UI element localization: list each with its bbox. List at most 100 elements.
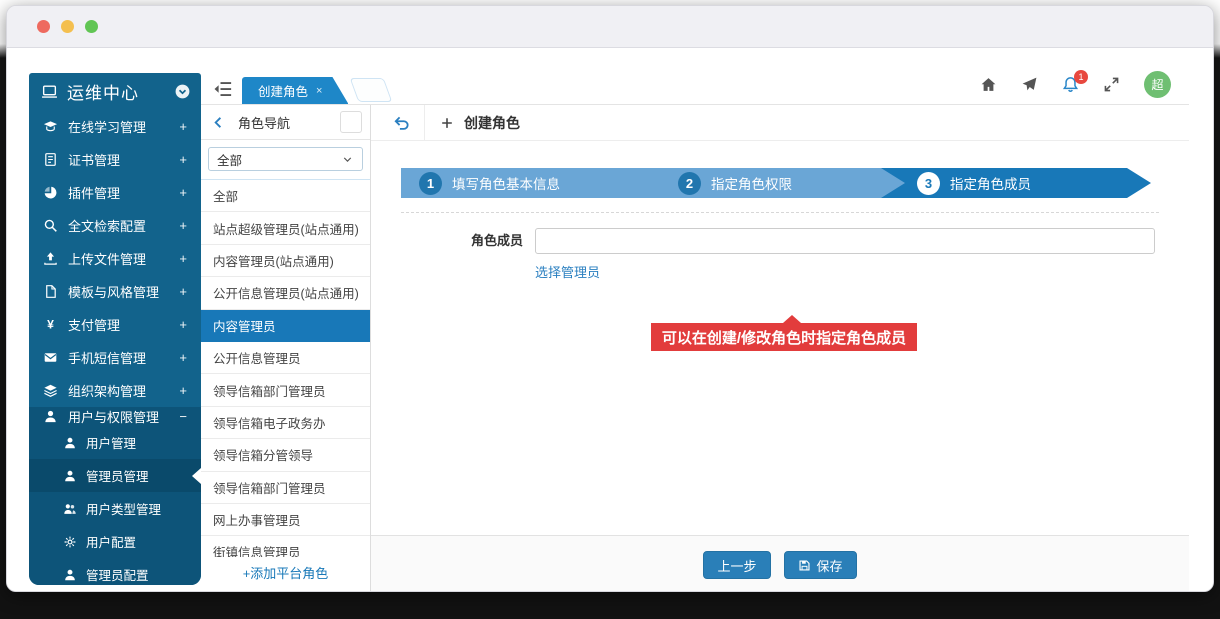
sidebar-item-label: 上传文件管理	[68, 249, 179, 268]
sidebar-item-label: 组织架构管理	[68, 381, 179, 400]
sidebar-item[interactable]: 全文检索配置+	[29, 209, 201, 242]
previous-step-button[interactable]: 上一步	[703, 551, 770, 579]
sidebar-item[interactable]: 在线学习管理+	[29, 110, 201, 143]
send-icon[interactable]	[1021, 76, 1038, 93]
gear-icon	[63, 535, 77, 549]
step-3[interactable]: 3 指定角色成员	[917, 172, 1031, 195]
chevron-down-icon	[341, 153, 354, 166]
role-list-item[interactable]: 内容管理员	[201, 310, 370, 342]
sidebar-item-expanded[interactable]: 用户与权限管理−	[29, 407, 201, 426]
expand-plus-icon[interactable]: +	[179, 383, 187, 398]
pin-panel-button[interactable]	[340, 111, 362, 133]
step-2-number: 2	[678, 172, 701, 195]
role-list-item[interactable]: 内容管理员(站点通用)	[201, 245, 370, 277]
sidebar-menu: 在线学习管理+证书管理+插件管理+全文检索配置+上传文件管理+模板与风格管理+¥…	[29, 110, 201, 407]
step-1-label: 填写角色基本信息	[452, 173, 560, 193]
zoom-window-button[interactable]	[85, 20, 98, 33]
sidebar-item[interactable]: 证书管理+	[29, 143, 201, 176]
step-2[interactable]: 2 指定角色权限	[678, 172, 792, 195]
role-list-item[interactable]: 领导信箱电子政务办	[201, 407, 370, 439]
new-tab-placeholder[interactable]	[350, 78, 393, 102]
sidebar-item[interactable]: ¥支付管理+	[29, 308, 201, 341]
fullscreen-icon[interactable]	[1103, 76, 1120, 93]
role-list-item[interactable]: 领导信箱部门管理员	[201, 374, 370, 406]
step-2-label: 指定角色权限	[711, 173, 792, 193]
panel-back-icon[interactable]	[211, 115, 226, 130]
sidebar-subitem[interactable]: 管理员管理	[29, 459, 201, 492]
sidebar-item[interactable]: 组织架构管理+	[29, 374, 201, 407]
upload-icon	[43, 251, 58, 266]
sidebar-item[interactable]: 手机短信管理+	[29, 341, 201, 374]
role-list: 全部站点超级管理员(站点通用)内容管理员(站点通用)公开信息管理员(站点通用)内…	[201, 180, 370, 557]
role-list-item[interactable]: 领导信箱部门管理员	[201, 472, 370, 504]
laptop-icon	[41, 83, 58, 100]
user-avatar[interactable]: 超	[1144, 71, 1171, 98]
collapse-all-icon[interactable]	[174, 83, 191, 100]
sidebar-subitem-label: 用户类型管理	[86, 499, 161, 518]
role-filter-wrap: 全部	[201, 140, 370, 180]
expand-plus-icon[interactable]: +	[179, 119, 187, 134]
previous-step-label: 上一步	[717, 556, 756, 575]
expand-plus-icon[interactable]: +	[179, 317, 187, 332]
step-1-number: 1	[419, 172, 442, 195]
sidebar-subitem[interactable]: 用户配置	[29, 525, 201, 558]
save-button[interactable]: 保存	[784, 551, 857, 579]
select-admin-link[interactable]: 选择管理员	[535, 262, 600, 281]
tooltip-text: 可以在创建/修改角色时指定角色成员	[662, 327, 906, 348]
stepper-completed-segment: 1 填写角色基本信息 2 指定角色权限	[401, 168, 906, 198]
sidebar-subitem-label: 用户配置	[86, 532, 136, 551]
app-window: 运维中心 在线学习管理+证书管理+插件管理+全文检索配置+上传文件管理+模板与风…	[6, 5, 1214, 592]
wizard-stepper: 1 填写角色基本信息 2 指定角色权限 3 指定角色成员	[371, 168, 1189, 198]
panel-title: 角色导航	[238, 113, 340, 132]
close-window-button[interactable]	[37, 20, 50, 33]
role-navigation-panel: 角色导航 全部 全部站点超级管理员(站点通用)内容管理员(站点通用)公开信息管理…	[201, 105, 371, 591]
sidebar-subitem[interactable]: 用户类型管理	[29, 492, 201, 525]
expand-plus-icon[interactable]: +	[179, 251, 187, 266]
sidebar: 运维中心 在线学习管理+证书管理+插件管理+全文检索配置+上传文件管理+模板与风…	[29, 73, 201, 585]
sidebar-subitem-label: 管理员管理	[86, 466, 149, 485]
step-1[interactable]: 1 填写角色基本信息	[419, 172, 560, 195]
sidebar-subitem[interactable]: 用户管理	[29, 426, 201, 459]
sidebar-item[interactable]: 模板与风格管理+	[29, 275, 201, 308]
panel-header: 角色导航	[201, 105, 370, 140]
sidebar-subitem[interactable]: 管理员配置	[29, 558, 201, 585]
tab-create-role[interactable]: 创建角色 ×	[242, 77, 348, 104]
sidebar-expanded-group: 用户与权限管理−用户管理管理员管理用户类型管理用户配置管理员配置	[29, 407, 201, 585]
expand-plus-icon[interactable]: +	[179, 350, 187, 365]
role-filter-value: 全部	[217, 150, 242, 169]
role-list-item[interactable]: 公开信息管理员	[201, 342, 370, 374]
save-floppy-icon	[798, 559, 811, 572]
sidebar-item[interactable]: 上传文件管理+	[29, 242, 201, 275]
role-list-item[interactable]: 街镇信息管理员	[201, 536, 370, 557]
window-titlebar	[7, 6, 1213, 48]
expand-plus-icon[interactable]: +	[179, 185, 187, 200]
back-undo-icon[interactable]	[393, 114, 410, 131]
sidebar-item-label: 全文检索配置	[68, 216, 179, 235]
role-member-input[interactable]	[535, 228, 1155, 254]
collapse-minus-icon[interactable]: −	[179, 409, 187, 424]
role-list-item[interactable]: 公开信息管理员(站点通用)	[201, 277, 370, 309]
annotation-tooltip: 可以在创建/修改角色时指定角色成员	[651, 323, 917, 351]
tab-close-icon[interactable]: ×	[316, 85, 322, 97]
role-list-item[interactable]: 全部	[201, 180, 370, 212]
role-list-item[interactable]: 网上办事管理员	[201, 504, 370, 536]
home-icon[interactable]	[980, 76, 997, 93]
toggle-sidebar-icon[interactable]	[213, 79, 233, 99]
minimize-window-button[interactable]	[61, 20, 74, 33]
tab-label: 创建角色	[258, 81, 308, 100]
role-list-item[interactable]: 领导信箱分管领导	[201, 439, 370, 471]
role-list-item[interactable]: 站点超级管理员(站点通用)	[201, 212, 370, 244]
notification-badge: 1	[1074, 70, 1088, 84]
role-filter-select[interactable]: 全部	[208, 147, 363, 171]
add-platform-role-button[interactable]: +添加平台角色	[201, 557, 370, 587]
role-member-form-row: 角色成员 选择管理员	[401, 228, 1155, 282]
sidebar-item[interactable]: 插件管理+	[29, 176, 201, 209]
user-icon	[63, 469, 77, 483]
expand-plus-icon[interactable]: +	[179, 284, 187, 299]
toolbar-divider	[424, 105, 425, 141]
expand-plus-icon[interactable]: +	[179, 218, 187, 233]
notification-bell-icon[interactable]: 1	[1062, 76, 1079, 93]
svg-text:¥: ¥	[47, 318, 54, 332]
expand-plus-icon[interactable]: +	[179, 152, 187, 167]
layers-icon	[43, 383, 58, 398]
